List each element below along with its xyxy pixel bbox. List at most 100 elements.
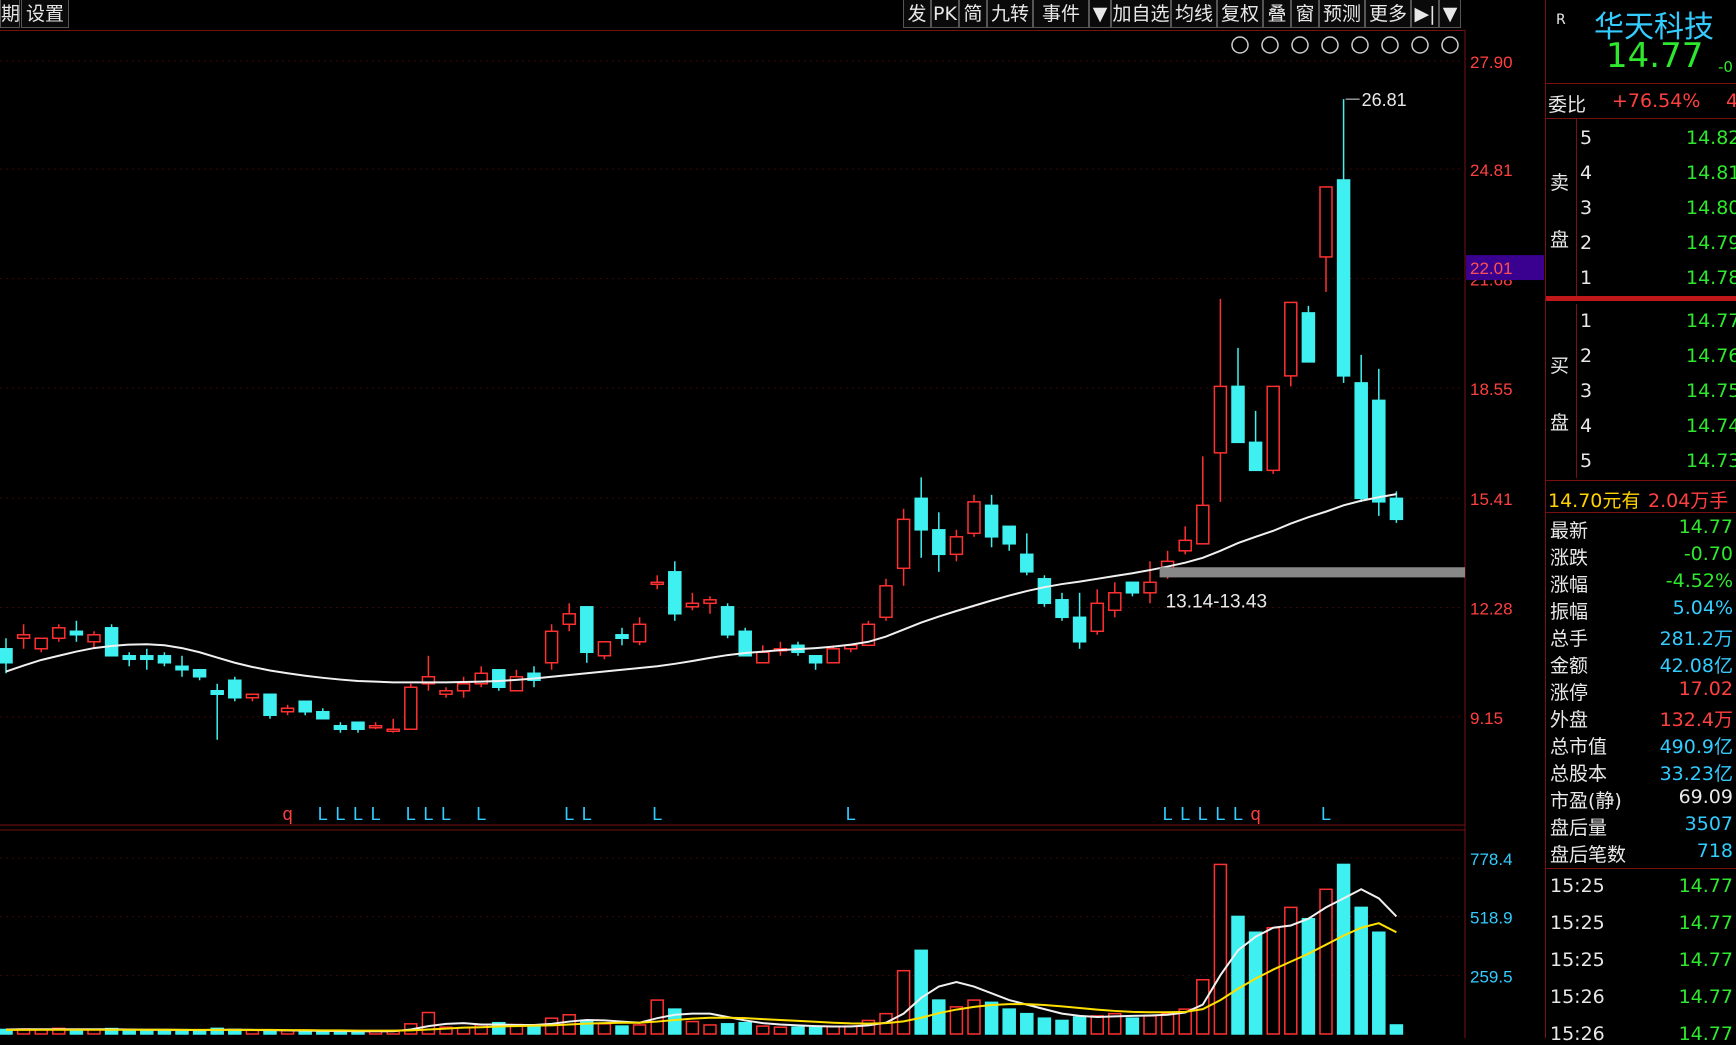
- stat-label: 最新: [1550, 520, 1589, 542]
- toolbar-btn-10[interactable]: 窗: [1291, 0, 1319, 28]
- sell-level-num: 3: [1580, 197, 1593, 219]
- candle-body: [1143, 581, 1157, 594]
- zoom-out-icon[interactable]: [1441, 36, 1459, 54]
- tick-price: 14.77: [1678, 875, 1733, 897]
- candle-body: [1196, 504, 1210, 545]
- tick-time: 15:26: [1550, 986, 1605, 1008]
- candle-body: [1125, 581, 1140, 594]
- sell-level-price: 14.81: [1686, 162, 1736, 184]
- stat-value: 281.2万: [1659, 628, 1733, 650]
- kline-chart[interactable]: 27.9024.8121.6818.5515.4112.289.1522.017…: [0, 30, 1545, 1038]
- buy-level-price: 14.73: [1686, 450, 1736, 472]
- toolbar-btn-8[interactable]: 复权: [1217, 0, 1263, 28]
- volume-bar: [1090, 1015, 1104, 1035]
- candle-body: [263, 693, 277, 717]
- volume-bar: [1002, 1008, 1016, 1035]
- stat-label: 盘后笔数: [1550, 844, 1627, 866]
- toolbar-btn-6[interactable]: 加自选: [1111, 0, 1171, 28]
- sell-level-num: 4: [1580, 162, 1593, 184]
- toolbar-btn-2[interactable]: 简: [959, 0, 987, 28]
- buy-level-price: 14.75: [1686, 380, 1736, 402]
- signal-marker: L: [476, 804, 486, 824]
- candle-body: [140, 655, 154, 661]
- volume-bar: [738, 1021, 752, 1035]
- lock-icon[interactable]: [1381, 36, 1399, 54]
- candle-body: [210, 690, 224, 696]
- candle-body: [1389, 497, 1404, 521]
- candle-body: [280, 707, 295, 713]
- volume-bar: [140, 1029, 154, 1035]
- toolbar-btn-4[interactable]: 事件: [1033, 0, 1089, 28]
- volume-tick-label: 259.5: [1470, 967, 1513, 986]
- hand-icon[interactable]: [1261, 36, 1279, 54]
- toolbar-btn-5[interactable]: ▼: [1089, 0, 1111, 28]
- signal-marker: L: [1163, 804, 1173, 824]
- stat-value: 490.9亿: [1659, 736, 1733, 758]
- toolbar-btn-13[interactable]: ▶|: [1411, 0, 1439, 28]
- signal-marker: L: [406, 804, 416, 824]
- signal-marker: L: [1233, 804, 1243, 824]
- sell-level-num: 1: [1580, 267, 1593, 289]
- eye-icon[interactable]: [1231, 36, 1249, 54]
- toolbar-btn-7[interactable]: 均线: [1171, 0, 1217, 28]
- support-zone-label: 13.14-13.43: [1166, 591, 1267, 612]
- ma-line: [5, 493, 1397, 684]
- candle-body: [16, 634, 31, 640]
- volume-bar: [1231, 915, 1245, 1035]
- buy-level-num: 3: [1580, 380, 1593, 402]
- candle-body: [192, 669, 207, 678]
- weibi-extra: 4: [1726, 90, 1736, 112]
- stat-value: 69.09: [1678, 786, 1733, 808]
- peak-price-label: 26.81: [1362, 90, 1407, 110]
- price-tick-label: 27.90: [1470, 53, 1513, 72]
- toolbar-period-button[interactable]: 期: [0, 0, 20, 28]
- candle-body: [333, 724, 348, 730]
- volume-bar: [421, 1011, 436, 1035]
- stat-value: 14.77: [1678, 516, 1733, 538]
- tick-time: 15:26: [1550, 1023, 1605, 1045]
- candle-body: [984, 504, 999, 538]
- signal-marker: L: [335, 804, 345, 824]
- stat-value: 42.08亿: [1659, 655, 1733, 677]
- toolbar-btn-12[interactable]: 更多: [1365, 0, 1411, 28]
- zoom-in-icon[interactable]: [1411, 36, 1429, 54]
- volume-bar: [773, 1026, 788, 1035]
- volume-bar: [1125, 1017, 1140, 1035]
- tick-price: 14.77: [1678, 912, 1733, 934]
- signal-marker: q: [1251, 804, 1261, 824]
- candle-body: [69, 630, 84, 636]
- volume-bar: [580, 1019, 594, 1035]
- stat-value: 17.02: [1678, 678, 1733, 700]
- candle-body: [914, 497, 928, 531]
- signal-marker: L: [441, 804, 451, 824]
- toolbar-btn-1[interactable]: PK: [931, 0, 959, 28]
- volume-bar: [703, 1024, 717, 1035]
- undo-icon[interactable]: [1321, 36, 1339, 54]
- quote-panel: R 华天科技 14.77 -0 委比 +76.54% 4 卖 盘 5 14.82 4…: [1545, 0, 1736, 1045]
- candle-body: [34, 637, 48, 650]
- sell-label-b: 盘: [1550, 229, 1570, 251]
- play-icon[interactable]: [1291, 36, 1309, 54]
- stat-label: 市盈(静): [1550, 790, 1622, 812]
- toolbar-btn-0[interactable]: 发: [903, 0, 931, 28]
- weibi-label: 委比: [1548, 94, 1587, 116]
- support-zone-band: [1159, 567, 1465, 578]
- signal-marker: L: [353, 804, 363, 824]
- toolbar-settings-button[interactable]: 设置: [21, 0, 69, 28]
- stat-label: 外盘: [1550, 709, 1589, 731]
- candle-body: [368, 724, 383, 729]
- volume-bar: [1372, 931, 1386, 1035]
- candle-body: [756, 651, 770, 664]
- candle-body: [1178, 539, 1192, 552]
- volume-bar: [967, 999, 981, 1035]
- volume-bar: [984, 1001, 999, 1035]
- scissors-icon[interactable]: [1351, 36, 1369, 54]
- signal-marker: L: [582, 804, 592, 824]
- candle-body: [1020, 553, 1034, 573]
- change-short: -0: [1718, 58, 1733, 76]
- sell-level-price: 14.79: [1686, 232, 1736, 254]
- toolbar-btn-11[interactable]: 预测: [1319, 0, 1365, 28]
- toolbar-btn-9[interactable]: 叠: [1263, 0, 1291, 28]
- toolbar-btn-14[interactable]: ▼: [1439, 0, 1461, 28]
- toolbar-btn-3[interactable]: 九转: [987, 0, 1033, 28]
